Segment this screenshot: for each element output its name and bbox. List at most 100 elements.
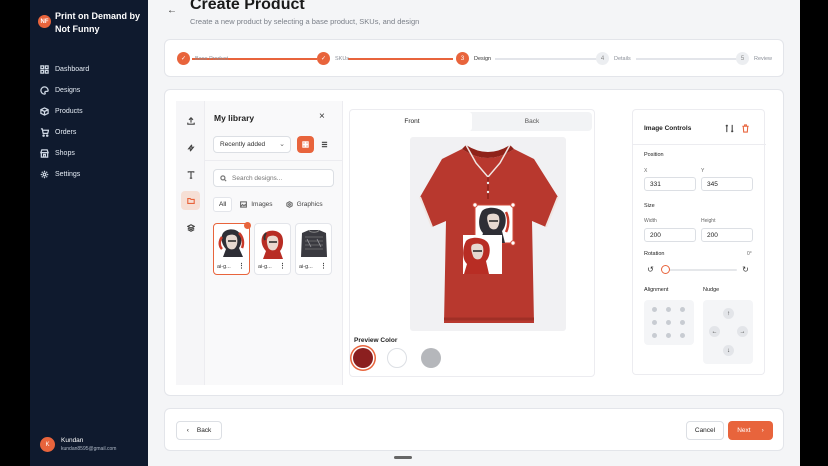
step-base-product[interactable]: ✓ Base Product — [177, 52, 228, 65]
controls-title: Image Controls — [644, 125, 692, 132]
filter-tab-images[interactable]: Images — [235, 197, 277, 212]
more-options-icon[interactable]: ⋮ — [238, 262, 245, 270]
alignment-label: Alignment — [644, 287, 669, 293]
align-top-right[interactable] — [680, 307, 685, 312]
design-item[interactable]: ai-g... ⋮ — [295, 223, 332, 275]
text-icon — [187, 170, 194, 179]
rotate-right-icon[interactable]: ↻ — [740, 264, 751, 275]
trash-icon[interactable] — [741, 124, 750, 133]
back-button-label: Back — [196, 427, 212, 434]
sidebar-item-dashboard[interactable]: Dashboard — [40, 59, 140, 80]
upload-icon — [186, 116, 195, 125]
main-content: ← Create Product Create a new product by… — [148, 0, 800, 466]
cart-icon — [40, 128, 49, 137]
next-button[interactable]: Next › — [728, 421, 773, 440]
step-number: 3 — [456, 52, 469, 65]
align-top-center[interactable] — [666, 307, 671, 312]
library-tool[interactable] — [181, 191, 200, 210]
scroll-handle[interactable] — [394, 456, 412, 459]
sidebar-item-label: Dashboard — [55, 66, 90, 73]
align-bottom-center[interactable] — [666, 333, 671, 338]
rotation-value: 0° — [747, 251, 752, 257]
tab-front[interactable]: Front — [352, 112, 472, 131]
step-details[interactable]: 4 Details — [596, 52, 631, 65]
user-email: kundan8595@gmail.com — [61, 446, 117, 452]
x-position-input[interactable]: 331 — [644, 177, 696, 191]
height-input[interactable]: 200 — [701, 228, 753, 242]
more-options-icon[interactable]: ⋮ — [279, 262, 286, 270]
back-button[interactable]: ‹ Back — [176, 421, 222, 440]
step-skus[interactable]: ✓ SKUs — [317, 52, 349, 65]
footer-bar: ‹ Back Cancel Next › — [164, 408, 784, 451]
brand[interactable]: NF Print on Demand by Not Funny — [38, 10, 146, 36]
step-review[interactable]: 5 Review — [736, 52, 772, 65]
graphics-icon — [285, 201, 293, 208]
text-tool[interactable] — [181, 165, 200, 184]
search-box[interactable] — [213, 169, 334, 187]
more-options-icon[interactable]: ⋮ — [320, 262, 327, 270]
box-icon — [40, 107, 49, 116]
user-name: Kundan — [61, 437, 84, 444]
nudge-down-icon[interactable]: ↓ — [723, 345, 734, 356]
cancel-button[interactable]: Cancel — [686, 421, 724, 440]
rotation-slider-handle[interactable] — [661, 265, 670, 274]
close-icon[interactable]: × — [319, 111, 325, 122]
color-swatch-red[interactable] — [353, 348, 373, 368]
width-input[interactable]: 200 — [644, 228, 696, 242]
sidebar-item-settings[interactable]: Settings — [40, 164, 140, 185]
nudge-left-icon[interactable]: ← — [709, 326, 720, 337]
sidebar-item-orders[interactable]: Orders — [40, 122, 140, 143]
brand-name: Print on Demand by Not Funny — [55, 11, 141, 34]
user-profile[interactable]: K Kundan kundan8595@gmail.com — [40, 437, 116, 452]
check-icon: ✓ — [177, 52, 190, 65]
brand-logo: NF — [38, 15, 51, 28]
rotate-left-icon[interactable]: ↺ — [645, 264, 656, 275]
step-label: SKUs — [335, 55, 350, 62]
color-swatch-gray[interactable] — [421, 348, 441, 368]
ai-generate-tool[interactable] — [181, 138, 200, 157]
design-item[interactable]: ai-g... ⋮ — [254, 223, 291, 275]
design-item[interactable]: ai-g... ⋮ — [213, 222, 251, 275]
stepper: ✓ Base Product ✓ SKUs 3 Design 4 Details… — [164, 39, 784, 77]
rotation-slider-track[interactable] — [664, 269, 737, 271]
nudge-right-icon[interactable]: → — [737, 326, 748, 337]
back-arrow-icon[interactable]: ← — [167, 5, 177, 16]
sidebar-item-products[interactable]: Products — [40, 101, 140, 122]
align-middle-right[interactable] — [680, 320, 685, 325]
product-preview: Front Back Preview Color — [349, 109, 595, 377]
align-middle-left[interactable] — [652, 320, 657, 325]
align-bottom-right[interactable] — [680, 333, 685, 338]
color-swatch-white[interactable] — [387, 348, 407, 368]
sidebar-item-designs[interactable]: Designs — [40, 80, 140, 101]
filter-tab-graphics[interactable]: Graphics — [281, 197, 328, 212]
sidebar-item-label: Orders — [55, 129, 77, 136]
step-label: Base Product — [195, 55, 229, 62]
grid-view-button[interactable] — [297, 136, 314, 153]
shirt-mockup[interactable] — [410, 137, 566, 331]
sidebar-item-label: Settings — [55, 171, 81, 178]
search-input[interactable] — [232, 174, 327, 182]
tab-back[interactable]: Back — [472, 112, 592, 131]
nudge-up-icon[interactable]: ↑ — [723, 308, 734, 319]
layers-icon — [186, 223, 195, 232]
y-position-input[interactable]: 345 — [701, 177, 753, 191]
sort-dropdown[interactable]: Recently added ⌄ — [213, 136, 291, 153]
align-bottom-left[interactable] — [652, 333, 657, 338]
list-view-button[interactable] — [316, 136, 333, 153]
step-connector — [495, 58, 605, 60]
align-center[interactable] — [666, 320, 671, 325]
layers-tool[interactable] — [181, 218, 200, 237]
sidebar-item-label: Shops — [55, 150, 75, 157]
design-name: ai-g... — [217, 264, 231, 270]
align-top-left[interactable] — [652, 307, 657, 312]
position-label: Position — [644, 152, 664, 158]
sidebar-nav: Dashboard Designs Products Orders Shops … — [40, 59, 140, 185]
sidebar-item-shops[interactable]: Shops — [40, 143, 140, 164]
preview-tabs: Front Back — [352, 112, 592, 131]
step-design[interactable]: 3 Design — [456, 52, 491, 65]
upload-tool[interactable] — [181, 111, 200, 130]
cancel-button-label: Cancel — [694, 427, 716, 434]
lightning-icon — [186, 143, 195, 152]
filter-tab-all[interactable]: All — [213, 197, 233, 212]
flip-icon[interactable] — [725, 124, 734, 133]
